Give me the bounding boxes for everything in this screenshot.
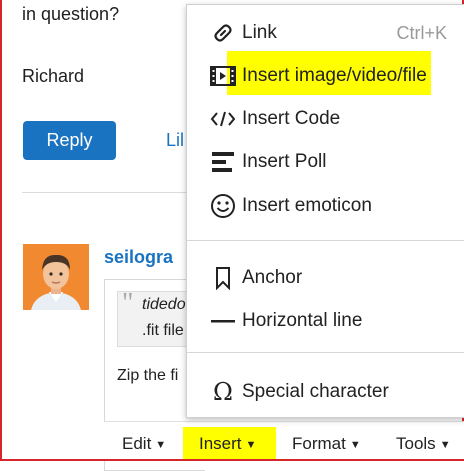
link-shortcut: Ctrl+K <box>396 23 447 43</box>
link-icon <box>209 20 237 46</box>
quote-text: .fit file <box>142 322 184 339</box>
menu-edit-label: Edit <box>122 434 152 453</box>
omega-icon: Ω <box>213 378 233 406</box>
post-divider <box>22 192 192 193</box>
menu-insert-label: Insert <box>199 434 242 453</box>
chevron-down-icon: ▼ <box>439 438 451 451</box>
film-icon <box>209 63 237 89</box>
menu-insert[interactable]: Insert ▼ <box>199 434 256 454</box>
menu-tools[interactable]: Tools ▼ <box>396 434 451 454</box>
menu-item-special-character[interactable]: Ω Special character <box>187 372 464 412</box>
menu-item-insert-poll-label: Insert Poll <box>242 151 327 172</box>
menu-item-insert-image[interactable]: Insert image/video/file <box>187 56 464 96</box>
poll-icon <box>209 149 237 175</box>
post-signature: Richard <box>22 66 85 86</box>
frame-left <box>0 0 2 461</box>
menu-item-horizontal-line-label: Horizontal line <box>242 310 363 331</box>
menu-item-insert-emoticon-label: Insert emoticon <box>242 195 372 216</box>
menu-separator <box>187 352 464 353</box>
menu-edit[interactable]: Edit ▼ <box>122 434 166 454</box>
chevron-down-icon: ▼ <box>245 438 257 451</box>
menu-item-horizontal-line[interactable]: Horizontal line <box>187 301 464 341</box>
smiley-icon <box>209 193 237 219</box>
like-link[interactable]: Lil <box>166 130 184 151</box>
horizontal-line-icon <box>209 308 237 334</box>
quote-user: tidedo <box>142 296 186 313</box>
comment-username[interactable]: seilogra <box>104 247 173 268</box>
menu-item-link-label: Link <box>242 22 277 43</box>
menu-item-anchor[interactable]: Anchor <box>187 258 464 298</box>
menu-separator <box>187 240 464 241</box>
code-icon <box>209 106 237 132</box>
menu-item-insert-emoticon[interactable]: Insert emoticon <box>187 186 464 226</box>
menu-format-label: Format <box>292 434 346 453</box>
menu-item-insert-code[interactable]: Insert Code <box>187 99 464 139</box>
menu-item-insert-poll[interactable]: Insert Poll <box>187 142 464 182</box>
avatar-face-icon <box>23 244 89 310</box>
quote-mark-icon: " <box>122 288 134 319</box>
menu-item-insert-code-label: Insert Code <box>242 108 341 129</box>
menu-tools-label: Tools <box>396 434 436 453</box>
chevron-down-icon: ▼ <box>349 438 361 451</box>
bookmark-icon <box>209 265 237 291</box>
menu-format[interactable]: Format ▼ <box>292 434 361 454</box>
menu-item-insert-image-label: Insert image/video/file <box>242 65 427 86</box>
avatar[interactable] <box>23 244 89 310</box>
insert-dropdown: Link Ctrl+K Insert image/video/file Inse… <box>186 4 464 418</box>
menu-item-anchor-label: Anchor <box>242 267 303 288</box>
menu-item-special-character-label: Special character <box>242 381 389 402</box>
post-text-line: in question? <box>22 4 120 24</box>
reply-button[interactable]: Reply <box>23 121 116 160</box>
menu-item-link[interactable]: Link Ctrl+K <box>187 13 464 53</box>
editor-text: Zip the fi <box>117 367 179 384</box>
chevron-down-icon: ▼ <box>155 438 167 451</box>
